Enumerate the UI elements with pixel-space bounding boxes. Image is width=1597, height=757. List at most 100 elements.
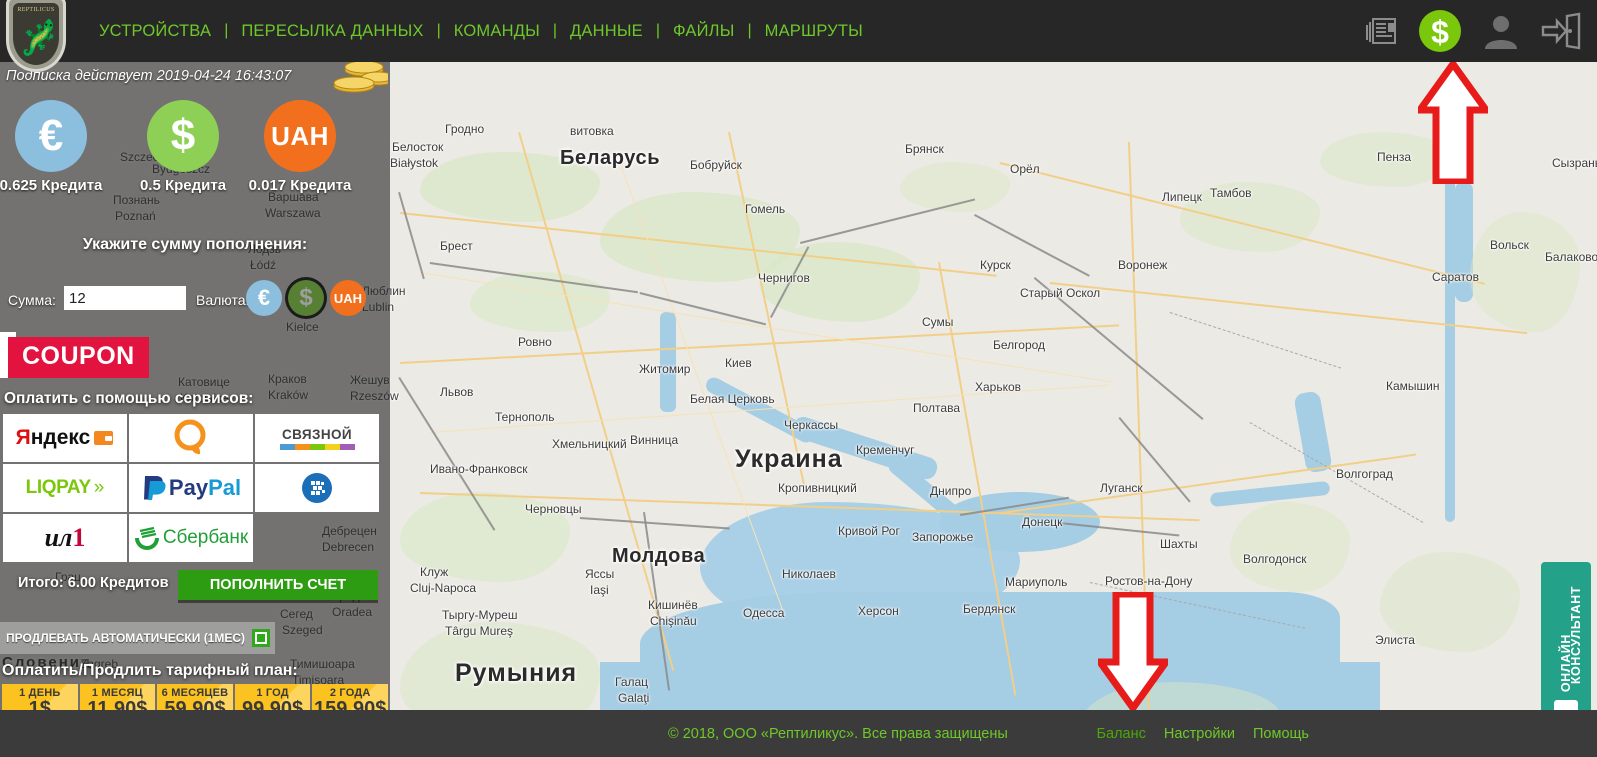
map-city-label: Черновцы (525, 502, 582, 516)
map-city-label: Камышин (1386, 379, 1440, 393)
map-city-label: Балаково (1545, 250, 1597, 264)
map-city-label: Бердянск (963, 602, 1016, 616)
map-city-label: Шахты (1160, 537, 1198, 551)
balance-dollar-icon[interactable]: $ (1417, 8, 1463, 54)
border (398, 192, 425, 280)
forest-patch (1470, 212, 1580, 332)
map-city-label: Брянск (905, 142, 944, 156)
page-root: БеларусьУкраинаМолдоваРумынияЧехияСловен… (0, 0, 1597, 757)
map-city-label: Одесса (743, 606, 785, 620)
amount-input[interactable] (64, 286, 186, 310)
nav-separator: | (436, 22, 441, 39)
map-country-label: Беларусь (560, 147, 661, 169)
footer-link-2[interactable]: Настройки (1164, 726, 1235, 742)
rate-uah: UAH 0.017 Кредита (235, 100, 365, 194)
currency-option-uah[interactable]: UAH (330, 280, 366, 316)
rate-usd: $ 0.5 Кредита (118, 100, 248, 194)
autorenew-label: ПРОДЛЕВАТЬ АВТОМАТИЧЕСКИ (1МЕС) (6, 631, 246, 645)
nav-link-3[interactable]: КОМАНДЫ (450, 22, 544, 41)
online-consultant-widget[interactable]: ОНЛАЙН КОНСУЛЬТАНТ (1541, 562, 1591, 732)
map-city-label: Тыргу-Муреш (442, 608, 518, 622)
nav-separator: | (747, 22, 752, 39)
arrow-down-balance-link (1093, 590, 1173, 715)
map-city-label: Ростов-на-Дону (1105, 574, 1193, 588)
map-city-label: Хмельницкий (552, 437, 627, 451)
map-city-label: Кременчуг (856, 443, 915, 457)
map-city-label: Луганск (1100, 481, 1143, 495)
map-city-label: Кишинёв (648, 598, 698, 612)
amount-row: Сумма: Валюта: € $ UAH (0, 280, 390, 324)
service-paypal[interactable]: PayPal (129, 464, 253, 512)
autorenew-row[interactable]: ПРОДЛЕВАТЬ АВТОМАТИЧЕСКИ (1МЕС) (0, 622, 275, 654)
payment-services-grid: Яндекс СВЯЗНОЙ LIQPAY » PayPal ил 1 Сбер… (3, 414, 379, 562)
map-city-label: Гомель (745, 202, 786, 216)
service-yandex-money[interactable]: Яндекс (3, 414, 127, 462)
border (639, 292, 767, 326)
consultant-label-2: КОНСУЛЬТАНТ (1569, 586, 1583, 685)
map-city-label: Белосток (392, 140, 444, 154)
service-svyaznoy[interactable]: СВЯЗНОЙ (255, 414, 379, 462)
map-city-label: Белая Церковь (690, 392, 775, 406)
logo-text: REPTILICUS (17, 7, 55, 13)
nav-link-5[interactable]: ФАЙЛЫ (669, 22, 738, 41)
map-city-label: Мариуполь (1005, 575, 1068, 589)
map-city-label: Пенза (1377, 150, 1412, 164)
map-city-label: Запорожье (912, 530, 974, 544)
map-city-label: Киев (725, 356, 752, 370)
nav-link-6[interactable]: МАРШРУТЫ (761, 22, 867, 41)
nav-link-2[interactable]: ПЕРЕСЫЛКА ДАННЫХ (237, 22, 427, 41)
nav-link-1[interactable]: УСТРОЙСТВА (95, 22, 215, 41)
volga-river (1445, 162, 1455, 522)
map-city-label: Сызрань (1552, 156, 1597, 170)
logout-icon[interactable] (1539, 12, 1583, 50)
map-city-label: Яссы (585, 567, 615, 581)
map-city-label: Орёл (1010, 162, 1040, 176)
currency-label: Валюта: (196, 292, 250, 308)
forest-patch (1230, 502, 1350, 592)
topup-button[interactable]: ПОПОЛНИТЬ СЧЕТ (178, 570, 378, 600)
service-wm-dark[interactable]: ил 1 (3, 514, 127, 562)
footer-link-3[interactable]: Помощь (1253, 726, 1309, 742)
map-city-label: Черкассы (784, 418, 839, 432)
map-city-label: Гродно (445, 122, 485, 136)
currency-option-usd[interactable]: $ (288, 280, 324, 316)
map-city-label: Днипро (930, 484, 972, 498)
footer-link-1[interactable]: Баланс (1097, 726, 1146, 742)
map-city-label: Сумы (922, 315, 954, 329)
map-city-label: Cluj-Napoca (410, 581, 477, 595)
nav-separator: | (655, 22, 661, 39)
map-city-label: Кропивницкий (778, 481, 857, 495)
currency-rates: € 0.625 Кредита $ 0.5 Кредита UAH 0.017 … (0, 100, 390, 230)
map-city-label: Białystok (390, 156, 439, 170)
nav-link-4[interactable]: ДАННЫЕ (566, 22, 647, 41)
map-city-label: Донецк (1022, 515, 1063, 529)
map-city-label: Кривой Рог (838, 524, 900, 538)
news-icon[interactable] (1365, 15, 1399, 47)
user-icon[interactable] (1481, 11, 1521, 51)
autorenew-checkbox[interactable] (252, 629, 271, 647)
map-city-label: Тамбов (1210, 186, 1252, 200)
map-city-label: Тернополь (495, 410, 555, 424)
service-webmoney[interactable] (255, 464, 379, 512)
map-city-label: Николаев (782, 567, 836, 581)
map-city-label: Саратов (1432, 270, 1479, 284)
currency-option-eur[interactable]: € (246, 280, 282, 316)
coupon-button[interactable]: COUPON (8, 337, 149, 378)
map-city-label: Старый Оскол (1020, 286, 1101, 300)
rate-uah-value: 0.017 Кредита (248, 177, 352, 194)
map-city-label: Ивано-Франковск (430, 462, 528, 476)
top-navbar: REPTILICUS 🦎 УСТРОЙСТВА | ПЕРЕСЫЛКА ДАННЫХ… (0, 0, 1597, 72)
amount-label: Сумма: (8, 292, 56, 308)
map-city-label: Полтава (913, 401, 960, 415)
map-city-label: Харьков (975, 380, 1022, 394)
footer-bar: © 2018, ООО «Рептиликус». Все права защи… (0, 710, 1597, 757)
shield-icon: REPTILICUS 🦎 (6, 0, 66, 72)
service-qiwi[interactable] (129, 414, 253, 462)
service-sberbank[interactable]: Сбербанк (129, 514, 253, 562)
map-city-label: Клуж (420, 565, 449, 579)
app-logo[interactable]: REPTILICUS 🦎 (6, 0, 78, 78)
map-city-label: Липецк (1162, 190, 1202, 204)
service-liqpay[interactable]: LIQPAY » (3, 464, 127, 512)
map-city-label: Белгород (993, 338, 1046, 352)
total-credits: Итого: 6.00 Кредитов (18, 575, 169, 591)
